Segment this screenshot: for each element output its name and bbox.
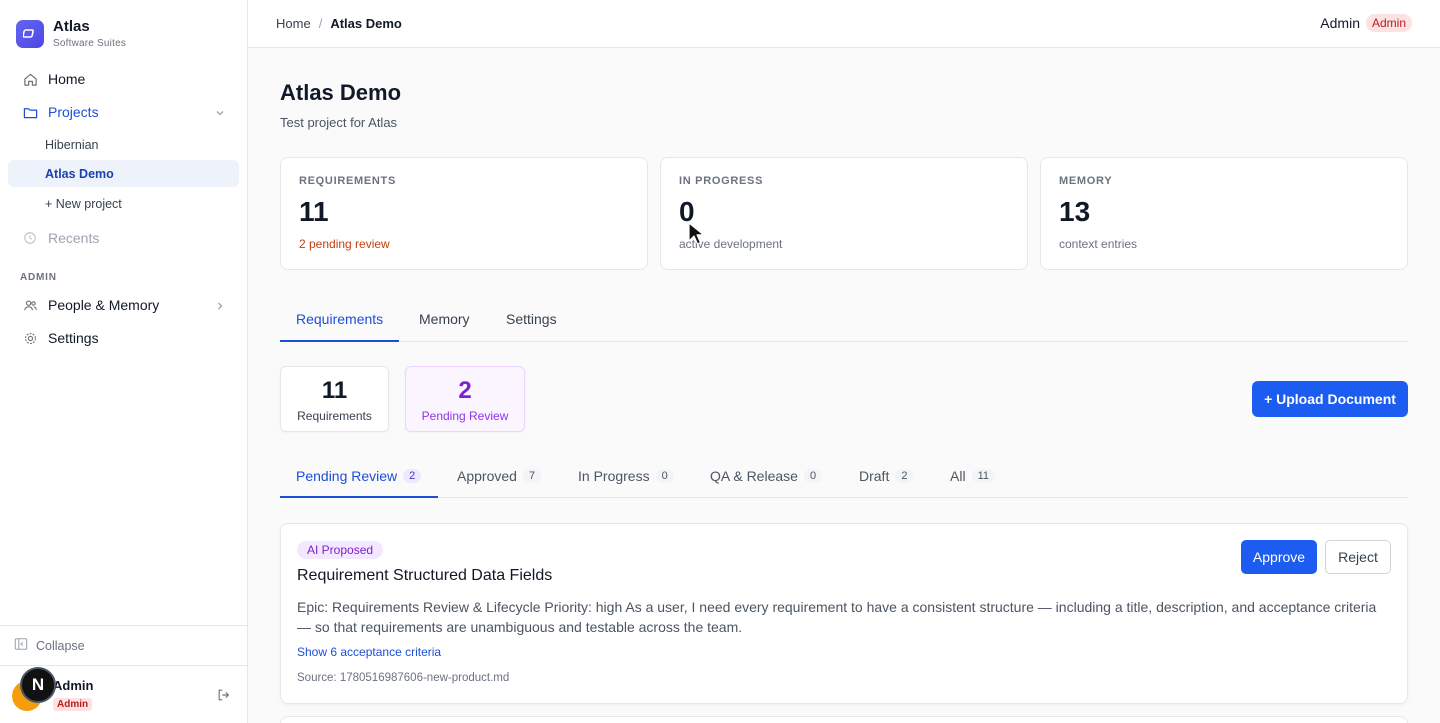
stat-sub: 2 pending review [299,237,390,251]
requirement-title: Requirement Structured Data Fields [297,567,553,584]
logout-icon[interactable] [217,688,231,707]
stat-card-requirements: REQUIREMENTS 11 2 pending review [280,157,648,270]
tab-all[interactable]: All 11 [934,456,1011,498]
sidebar-item-label: Home [48,71,86,87]
main-tabs: Requirements Memory Settings [280,300,1408,342]
sidebar: Atlas Software Suites Home Projects Hibe… [0,0,248,723]
sidebar-item-recents[interactable]: Recents [8,223,239,253]
sidebar-item-label: Projects [48,104,99,120]
show-acceptance-criteria-link[interactable]: Show 6 acceptance criteria [297,645,441,659]
requirement-card-next [280,716,1408,723]
chevron-down-icon[interactable] [215,105,225,121]
tab-requirements[interactable]: Requirements [280,300,399,342]
new-project-link[interactable]: + New project [8,190,239,217]
top-user-menu[interactable]: Admin Admin [1320,14,1412,32]
summary-value: 2 [458,377,472,404]
sidebar-item-home[interactable]: Home [8,64,239,94]
stat-label: REQUIREMENTS [299,175,397,187]
collapse-sidebar-icon [14,637,28,654]
sidebar-item-label: Recents [48,230,100,246]
tab-count: 2 [895,469,914,483]
tab-count: 0 [803,469,823,483]
admin-section-label: ADMIN [20,272,57,283]
stat-card-in-progress: IN PROGRESS 0 active development [660,157,1028,270]
top-bar: Home / Atlas Demo Admin Admin [248,0,1440,48]
floating-avatar[interactable]: N [20,667,56,703]
tab-label: Pending Review [296,468,398,484]
breadcrumb-separator: / [318,16,323,31]
tab-label: In Progress [578,468,650,484]
stat-card-memory: MEMORY 13 context entries [1040,157,1408,270]
top-user-name: Admin [1320,15,1360,31]
collapse-label: Collapse [36,638,85,653]
tab-label: All [950,468,966,484]
mouse-cursor-icon [688,222,705,251]
user-role-badge: Admin [53,698,93,711]
sidebar-item-label: Settings [48,330,99,346]
atlas-logo-icon [16,20,44,48]
brand-subtitle: Software Suites [53,38,127,49]
brand[interactable]: Atlas Software Suites [16,19,126,49]
tab-memory[interactable]: Memory [403,300,486,342]
stat-value: 13 [1059,196,1091,227]
tab-label: QA & Release [710,468,798,484]
sidebar-item-label: People & Memory [48,297,160,313]
sidebar-item-projects[interactable]: Projects [8,97,239,127]
breadcrumb-current: Atlas Demo [330,16,402,31]
tab-count: 7 [522,469,542,483]
breadcrumb: Home / Atlas Demo [276,16,402,31]
brand-name: Atlas [53,18,90,35]
approve-button[interactable]: Approve [1241,540,1317,574]
sidebar-item-settings[interactable]: Settings [8,323,239,353]
stat-value: 0 [679,196,695,227]
tab-count: 11 [971,469,995,483]
sidebar-item-people-memory[interactable]: People & Memory [8,290,239,320]
requirement-description: Epic: Requirements Review & Lifecycle Pr… [297,599,1377,635]
status-filter-tabs: Pending Review 2 Approved 7 In Progress … [280,456,1408,498]
top-user-role-badge: Admin [1365,14,1412,32]
people-icon [22,297,38,313]
stat-sub: active development [679,237,783,251]
collapse-button[interactable]: Collapse [0,625,247,665]
tab-approved[interactable]: Approved 7 [441,456,557,498]
home-icon [22,71,38,87]
tab-pending-review[interactable]: Pending Review 2 [280,456,438,498]
summary-requirements[interactable]: 11 Requirements [280,366,389,432]
gear-icon [22,330,38,346]
requirement-card: AI Proposed Requirement Structured Data … [280,523,1408,704]
summary-label: Pending Review [421,409,509,423]
requirement-source: Source: 1780516987606-new-product.md [297,672,510,684]
tab-qa-release[interactable]: QA & Release 0 [694,456,838,498]
upload-document-button[interactable]: + Upload Document [1252,381,1408,417]
ai-proposed-badge: AI Proposed [297,541,384,559]
tab-label: Draft [859,468,890,484]
stat-label: IN PROGRESS [679,175,764,187]
stat-value: 11 [299,196,329,227]
clock-icon [22,230,38,246]
summary-value: 11 [321,377,348,404]
tab-in-progress[interactable]: In Progress 0 [562,456,690,498]
summary-label: Requirements [297,409,372,423]
page-subtitle: Test project for Atlas [280,115,398,130]
summary-pending-review[interactable]: 2 Pending Review [405,366,525,432]
project-item-hibernian[interactable]: Hibernian [8,131,239,158]
reject-button[interactable]: Reject [1325,540,1391,574]
tab-count: 0 [655,469,674,483]
tab-draft[interactable]: Draft 2 [843,456,929,498]
page-title: Atlas Demo [280,80,402,105]
folder-icon [22,104,38,120]
tab-label: Approved [457,468,517,484]
user-name: Admin [53,678,94,693]
project-item-atlas-demo[interactable]: Atlas Demo [8,160,239,187]
tab-settings[interactable]: Settings [490,300,573,342]
breadcrumb-home[interactable]: Home [276,16,311,31]
stat-label: MEMORY [1059,175,1113,187]
chevron-right-icon [215,298,225,314]
stat-sub: context entries [1059,237,1138,251]
tab-count: 2 [403,469,422,483]
